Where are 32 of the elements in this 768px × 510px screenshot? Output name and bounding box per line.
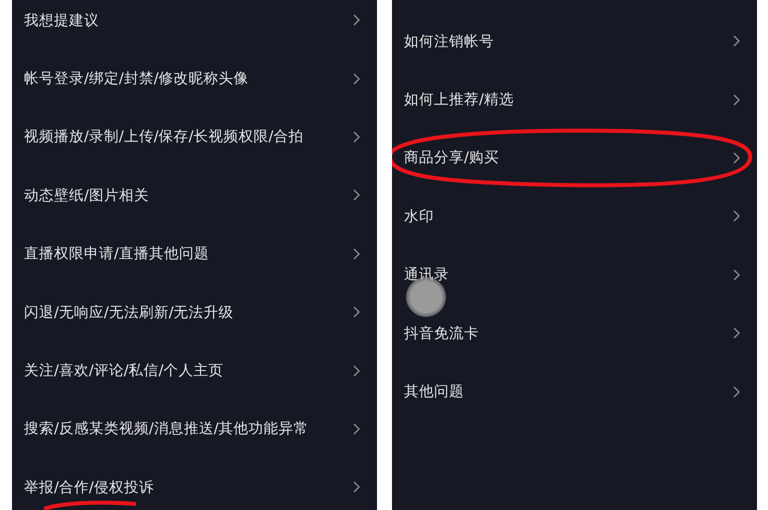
chevron-icon <box>353 189 360 202</box>
chevron-icon <box>353 130 360 143</box>
menu-item[interactable]: 关注/喜欢/评论/私信/个人主页 <box>12 341 377 400</box>
menu-item[interactable]: 抖音免流卡 <box>392 304 757 362</box>
menu-item[interactable]: 直播权限申请/直播其他问题 <box>12 224 377 283</box>
menu-item[interactable]: 动态壁纸/图片相关 <box>12 166 377 225</box>
chevron-icon <box>353 306 360 318</box>
chevron-icon <box>733 327 740 340</box>
chevron-icon <box>353 14 360 26</box>
menu-item[interactable]: 通讯录 <box>392 246 757 304</box>
chevron-icon <box>353 481 360 494</box>
menu-item[interactable]: 如何上推荐/精选 <box>392 70 757 129</box>
menu-item[interactable]: 闪退/无响应/无法刷新/无法升级 <box>12 282 377 342</box>
chevron-icon <box>353 422 360 435</box>
menu-item[interactable]: 视频播放/录制/上传/保存/长视频权限/合拍 <box>12 108 377 166</box>
menu-item[interactable]: 如何注销帐号 <box>392 12 757 70</box>
chevron-icon <box>733 94 740 106</box>
chevron-icon <box>733 152 740 164</box>
menu-item[interactable]: 其他问题 <box>392 362 757 421</box>
chevron-icon <box>733 35 740 48</box>
chevron-icon <box>733 386 740 398</box>
chevron-icon <box>353 364 360 377</box>
menu-item[interactable]: 搜索/反感某类视频/消息推送/其他功能异常 <box>12 400 377 458</box>
chevron-icon <box>733 268 740 281</box>
chevron-icon <box>353 248 360 260</box>
menu-item[interactable]: 举报/合作/侵权投诉 <box>12 458 377 510</box>
menu-item[interactable]: 水印 <box>392 187 757 246</box>
menu-item[interactable]: 我想提建议 <box>12 0 377 50</box>
menu-item[interactable]: 帐号登录/绑定/封禁/修改昵称头像 <box>12 49 377 108</box>
menu-item[interactable]: 商品分享/购买 <box>392 128 757 188</box>
chevron-icon <box>353 72 360 85</box>
chevron-icon <box>733 210 740 222</box>
